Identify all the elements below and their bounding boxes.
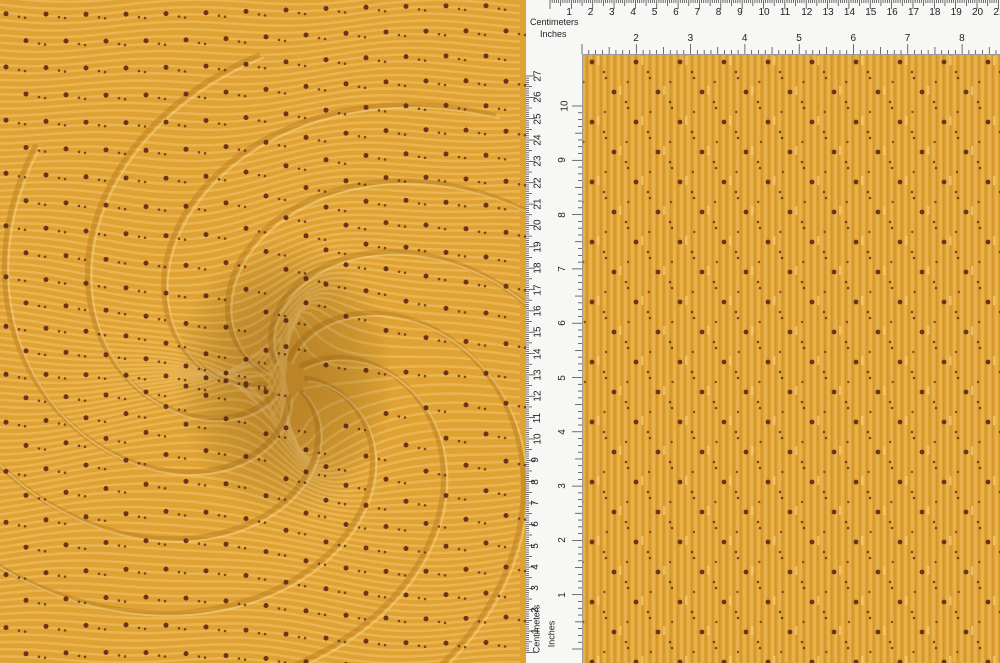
left-ruler-cm-tick-label: 25 <box>532 113 544 125</box>
left-ruler-cm-tick-label: 3 <box>529 585 541 592</box>
left-ruler-cm-tick-label: 16 <box>532 305 544 317</box>
left-ruler-cm-tick-label: 7 <box>529 500 541 506</box>
swirled-fabric-image <box>0 0 526 663</box>
top-ruler-cm-tick-label: 21 <box>993 7 1000 18</box>
top-ruler-inch-tick-label: 7 <box>904 33 911 44</box>
left-ruler-cm-tick-label: 20 <box>532 219 544 231</box>
top-ruler-cm-tick-label: 10 <box>758 7 770 18</box>
top-ruler-cm-tick-label: 12 <box>801 7 813 18</box>
left-ruler-inch-tick-label: 2 <box>556 537 568 544</box>
left-ruler-inch-tick-label: 8 <box>556 211 568 218</box>
left-ruler-inch-tick-label: 1 <box>556 591 568 598</box>
left-ruler-cm-tick-label: 4 <box>529 564 541 570</box>
left-ruler-cm-tick-label: 8 <box>529 478 541 485</box>
left-ruler-inch-tick-label: 10 <box>559 100 571 112</box>
top-ruler-centimeters-label: Centimeters <box>530 17 579 27</box>
top-ruler-cm-tick-label: 9 <box>737 7 743 18</box>
left-ruler: Centimeters Inches 27 26 25 24 23 22 21 20 19 18 1… <box>526 54 583 663</box>
top-ruler-inch-tick-label: 3 <box>687 33 694 44</box>
top-ruler-cm-tick-label: 2 <box>587 7 594 18</box>
top-ruler-cm-tick-label: 5 <box>651 7 658 18</box>
top-ruler-cm-tick-label: 1 <box>566 7 572 18</box>
top-ruler-inch-tick-label: 5 <box>796 33 802 44</box>
left-ruler-cm-tick-label: 27 <box>532 70 544 82</box>
left-ruler-inch-tick-label: 4 <box>556 429 568 435</box>
top-ruler-cm-tick-label: 3 <box>609 7 615 18</box>
left-ruler-cm-tick-label: 26 <box>532 91 544 103</box>
left-ruler-cm-tick-label: 17 <box>532 283 544 296</box>
top-ruler-cm-tick-label: 13 <box>822 7 834 18</box>
left-ruler-cm-tick-label: 15 <box>532 326 544 338</box>
left-ruler-cm-tick-label: 22 <box>532 177 544 189</box>
top-ruler-inch-tick-label: 8 <box>959 33 965 44</box>
left-ruler-cm-tick-label: 9 <box>529 457 541 464</box>
top-ruler-cm-tick-label: 4 <box>630 7 636 18</box>
left-ruler-cm-tick-label: 12 <box>532 390 544 402</box>
left-ruler-cm-tick-label: 10 <box>532 433 544 445</box>
top-ruler-cm-tick-label: 8 <box>715 7 722 18</box>
left-ruler-cm-tick-label: 23 <box>532 155 544 167</box>
left-ruler-inch-tick-label: 3 <box>556 483 568 489</box>
left-ruler-cm-tick-label: 1 <box>529 628 541 634</box>
top-ruler-cm-tick-label: 18 <box>929 7 941 18</box>
left-ruler-cm-tick-label: 19 <box>532 241 544 253</box>
left-ruler-cm-tick-label: 21 <box>532 198 544 210</box>
left-ruler-cm-tick-label: 18 <box>532 262 544 274</box>
left-ruler-cm-tick-label: 2 <box>529 606 541 613</box>
top-ruler-cm-tick-label: 20 <box>972 7 984 18</box>
swirled-fabric-photo <box>0 0 526 663</box>
top-ruler-cm-tick-label: 14 <box>843 7 856 18</box>
left-ruler-cm-tick-label: 14 <box>532 347 544 360</box>
top-ruler: Centimeters Inches 1 2 3 4 5 6 7 8 9 10 11 12 13 14 15… <box>526 0 1000 55</box>
top-ruler-inch-tick-label: 2 <box>633 33 639 44</box>
left-ruler-cm-tick-label: 13 <box>532 369 544 381</box>
left-ruler-inches-label: Inches <box>546 620 557 648</box>
top-ruler-inches-label: Inches <box>540 29 567 39</box>
top-ruler-cm-tick-label: 7 <box>694 7 700 18</box>
left-ruler-inch-tick-label: 5 <box>556 374 568 381</box>
top-ruler-cm-tick-label: 15 <box>865 7 877 18</box>
left-ruler-cm-tick-label: 24 <box>532 134 544 146</box>
left-ruler-inch-tick-label: 6 <box>556 320 568 326</box>
top-ruler-cm-tick-label: 11 <box>779 7 791 18</box>
left-ruler-cm-tick-label: 6 <box>529 521 541 528</box>
left-ruler-inch-tick-label: 7 <box>556 266 568 272</box>
flat-fabric-photo <box>582 54 1000 663</box>
left-ruler-inch-tick-label: 9 <box>556 157 568 164</box>
top-ruler-cm-tick-label: 16 <box>886 7 898 18</box>
top-ruler-inch-tick-label: 4 <box>741 33 748 44</box>
left-ruler-cm-tick-label: 5 <box>529 542 541 549</box>
flat-fabric-image <box>582 54 1000 663</box>
top-ruler-inch-tick-label: 6 <box>850 33 857 44</box>
left-ruler-cm-tick-label: 11 <box>532 412 544 423</box>
top-ruler-cm-tick-label: 6 <box>673 7 679 18</box>
top-ruler-cm-tick-label: 19 <box>950 7 962 18</box>
top-ruler-cm-tick-label: 17 <box>907 7 920 18</box>
